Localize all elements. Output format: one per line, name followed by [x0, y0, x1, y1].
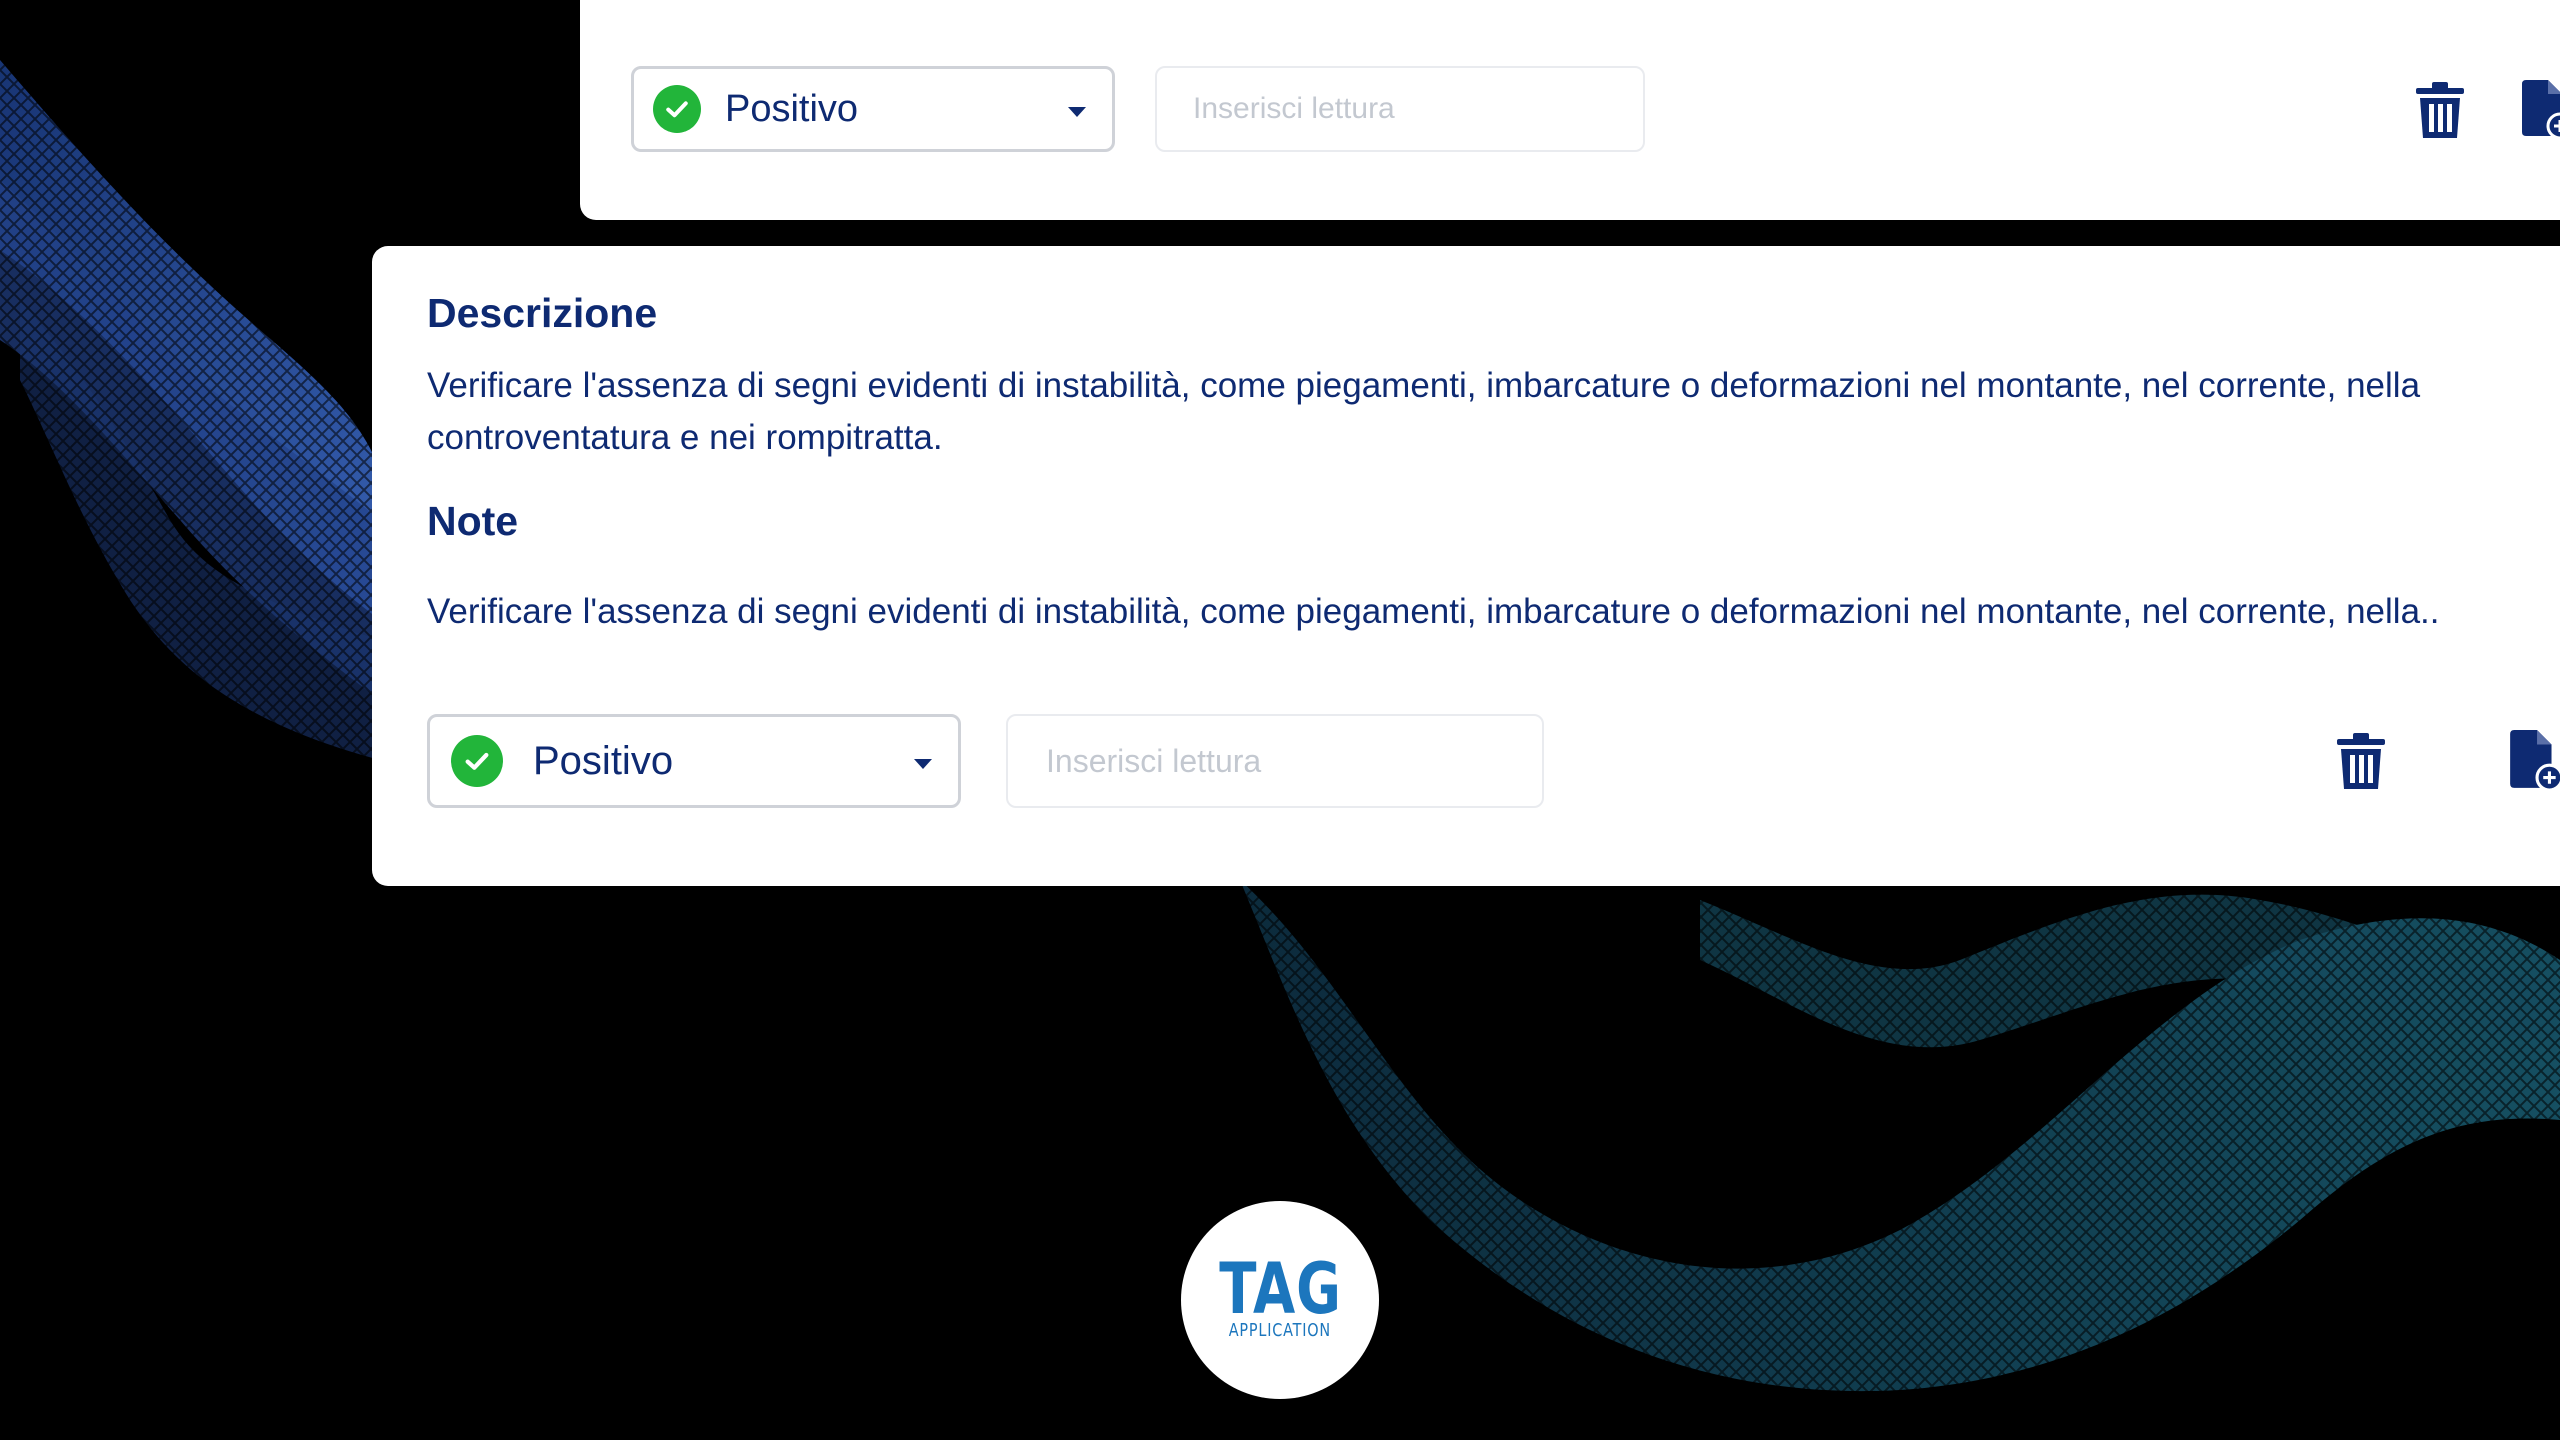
note-text: Verificare l'assenza di segni evidenti d…	[427, 592, 2440, 631]
description-heading: Descrizione	[427, 290, 658, 336]
inspection-card-previous: Positivo Inserisci lettura	[580, 0, 2560, 220]
status-select-value: Positivo	[533, 738, 674, 783]
trash-icon[interactable]	[2337, 732, 2385, 797]
logo-wordmark: TAG	[1218, 1248, 1342, 1330]
inspection-card: Descrizione Verificare l'assenza di segn…	[372, 246, 2560, 886]
note-heading: Note	[427, 498, 519, 544]
check-circle-icon	[653, 85, 701, 133]
status-select[interactable]: Positivo	[631, 66, 1115, 152]
logo-subtitle: APPLICATION	[1228, 1320, 1332, 1341]
trash-icon[interactable]	[2416, 82, 2464, 145]
file-add-icon[interactable]	[2522, 80, 2560, 143]
reading-input[interactable]: Inserisci lettura	[1155, 66, 1645, 152]
file-add-icon[interactable]	[2509, 730, 2560, 795]
status-select-value: Positivo	[725, 87, 859, 130]
reading-input-placeholder: Inserisci lettura	[1046, 742, 1262, 779]
check-circle-icon	[451, 735, 503, 787]
chevron-down-icon	[1068, 107, 1086, 117]
status-select[interactable]: Positivo	[427, 714, 961, 808]
tag-application-logo: TAG APPLICATION	[1181, 1201, 1379, 1399]
reading-input[interactable]: Inserisci lettura	[1006, 714, 1544, 808]
reading-input-placeholder: Inserisci lettura	[1193, 92, 1395, 125]
description-text: Verificare l'assenza di segni evidenti d…	[427, 366, 2421, 457]
chevron-down-icon	[914, 759, 932, 769]
